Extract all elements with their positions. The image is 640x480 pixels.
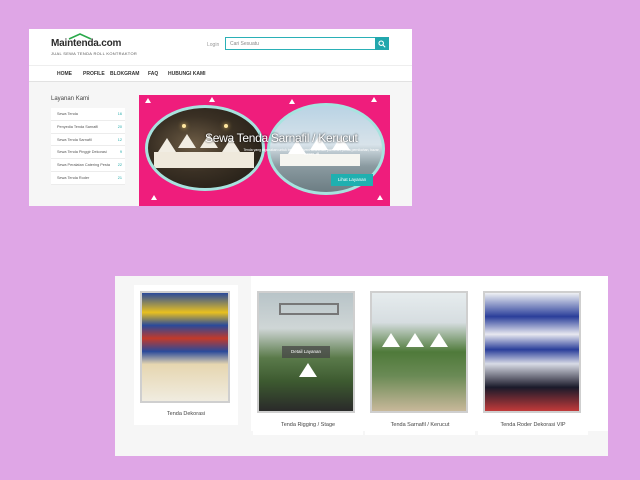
- list-item[interactable]: Sewa Tenda Pinggir Dekorasi 9: [51, 146, 125, 160]
- product-caption[interactable]: Tenda Roder Dekorasi VIP: [478, 422, 588, 428]
- list-item-count: 22: [117, 163, 122, 168]
- list-item[interactable]: Sewa Tenda Roder 21: [51, 171, 125, 185]
- tent-shape: [299, 363, 317, 377]
- product-caption[interactable]: Tenda Sarnafil / Kerucut: [365, 422, 475, 428]
- list-item[interactable]: Sewa Tenda Sarnafil 12: [51, 133, 125, 147]
- nav-home[interactable]: HOME: [57, 71, 72, 77]
- search-input[interactable]: Cari Sesuatu: [225, 37, 389, 50]
- sidebar-title: Layanan Kami: [51, 96, 90, 102]
- tent-shape: [382, 333, 400, 347]
- product-image[interactable]: [370, 291, 468, 413]
- list-item-count: 9: [119, 150, 122, 155]
- main-nav: HOME PROFILE BLOKGRAM FAQ HUBUNGI KAMI: [29, 65, 412, 82]
- list-item-label: Sewa Tenda Sarnafil: [57, 137, 92, 142]
- tent-shape: [178, 134, 196, 148]
- decor-triangle: [209, 97, 215, 102]
- list-item-label: Sewa Tenda Roder: [57, 175, 90, 180]
- search-icon: [378, 39, 386, 48]
- product-image[interactable]: [483, 291, 581, 413]
- list-item-label: Sewa Tenda Pinggir Dekorasi: [57, 150, 107, 155]
- search-placeholder: Cari Sesuatu: [230, 41, 259, 47]
- product-card[interactable]: Tenda Sarnafil / Kerucut: [365, 285, 475, 435]
- list-item-count: 12: [117, 137, 122, 142]
- decor-triangle: [377, 195, 383, 200]
- list-item-label: Sewa Peralatan Catering Pesta: [57, 163, 110, 168]
- list-item[interactable]: Sewa Tenda 16: [51, 108, 125, 121]
- product-card[interactable]: Tenda Dekorasi: [134, 285, 238, 425]
- decor-triangle: [371, 97, 377, 102]
- banner-title: Sewa Tenda Sarnafil / Kerucut: [205, 131, 358, 145]
- truss-frame: [279, 303, 339, 315]
- product-caption[interactable]: Tenda Rigging / Stage: [253, 422, 363, 428]
- site-header: Maintenda.com JUAL SEWA TENDA ROLL KONTR…: [29, 29, 412, 65]
- list-item-label: Penyedia Tenda Sarnafil: [57, 124, 99, 129]
- tent-shape: [158, 138, 176, 152]
- tent-shape: [406, 333, 424, 347]
- product-caption[interactable]: Tenda Dekorasi: [134, 411, 238, 417]
- detail-button[interactable]: Detail Layanan: [282, 346, 330, 358]
- product-card[interactable]: Tenda Roder Dekorasi VIP: [478, 285, 588, 435]
- logo-tagline: JUAL SEWA TENDA ROLL KONTRAKTOR: [51, 51, 138, 56]
- nav-profile[interactable]: PROFILE: [83, 71, 105, 77]
- hero-banner: Sewa Tenda Sarnafil / Kerucut Tenda yang…: [139, 95, 390, 206]
- banner-cta-button[interactable]: Lihat Layanan: [331, 174, 373, 186]
- services-list: Sewa Tenda 16 Penyedia Tenda Sarnafil 20…: [51, 108, 125, 185]
- product-image[interactable]: [140, 291, 230, 403]
- list-item-count: 16: [117, 112, 122, 116]
- nav-blokgram[interactable]: BLOKGRAM: [110, 71, 139, 77]
- lamp-icon: [224, 124, 228, 128]
- decor-triangle: [289, 99, 295, 104]
- nav-faq[interactable]: FAQ: [148, 71, 158, 77]
- decor-triangle: [145, 98, 151, 103]
- search-button[interactable]: [375, 37, 389, 50]
- list-item-count: 20: [117, 124, 122, 129]
- decor-triangle: [151, 195, 157, 200]
- lamp-icon: [182, 124, 186, 128]
- product-card[interactable]: Detail Layanan Tenda Rigging / Stage: [253, 285, 363, 435]
- site-logo[interactable]: Maintenda.com: [51, 38, 121, 49]
- tent-shape: [430, 333, 448, 347]
- products-screenshot: Tenda Dekorasi Detail Layanan Tenda Rigg…: [115, 276, 608, 456]
- list-item-label: Sewa Tenda: [57, 112, 78, 116]
- hero-screenshot: Maintenda.com JUAL SEWA TENDA ROLL KONTR…: [29, 29, 412, 206]
- list-item[interactable]: Sewa Peralatan Catering Pesta 22: [51, 159, 125, 172]
- banner-subtitle: Tenda yang digunakan untuk berbagai even…: [243, 148, 380, 157]
- login-link[interactable]: Login: [207, 42, 219, 48]
- list-item[interactable]: Penyedia Tenda Sarnafil 20: [51, 120, 125, 134]
- nav-contact[interactable]: HUBUNGI KAMI: [168, 71, 206, 77]
- list-item-count: 21: [117, 175, 122, 180]
